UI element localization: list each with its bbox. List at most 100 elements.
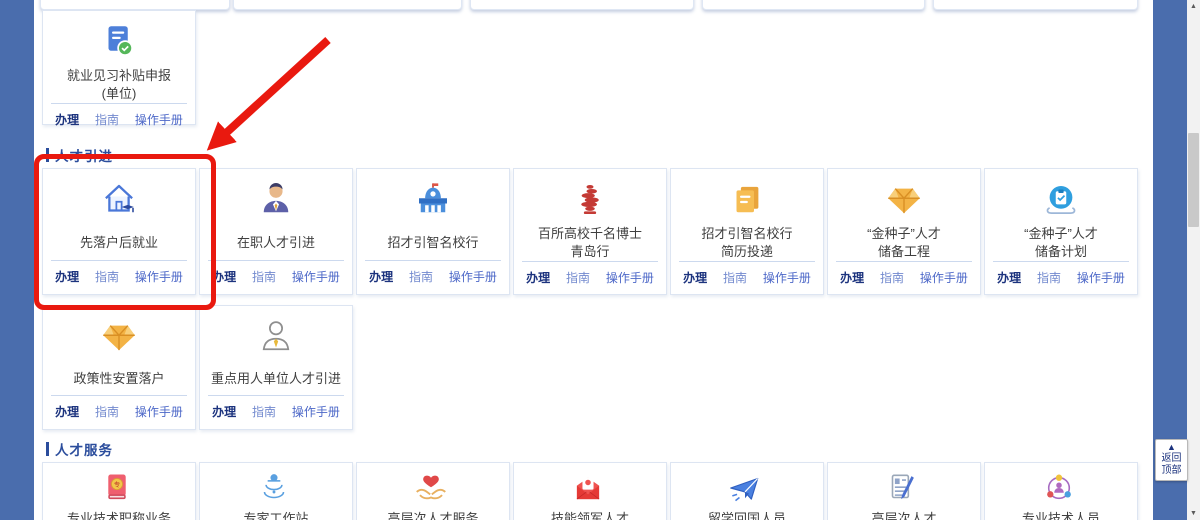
card-link-apply[interactable]: 办理 <box>55 403 79 420</box>
service-card-title: 招才引智名校行 <box>387 225 478 260</box>
service-card-title-line: 留学回国人员 <box>708 510 786 520</box>
section-header-talent-services: 人才服务 <box>46 439 113 459</box>
card-link-manual[interactable]: 操作手册 <box>135 268 183 285</box>
page: 就业见习补贴申报(单位)办理指南操作手册 人才引进 先落户后就业办理指南操作手册… <box>0 0 1200 520</box>
service-card-title-line: 专家工作站 <box>243 510 308 520</box>
card-link-manual[interactable]: 操作手册 <box>292 403 340 420</box>
cutoff-card-bottom <box>933 0 1138 10</box>
service-card: 就业见习补贴申报(单位)办理指南操作手册 <box>42 10 196 125</box>
back-to-top-label-line2: 顶部 <box>1156 465 1187 477</box>
scrollbar-thumb[interactable] <box>1188 133 1199 227</box>
card-link-manual[interactable]: 操作手册 <box>135 111 183 128</box>
service-card: “金种子”人才储备计划办理指南操作手册 <box>984 168 1138 295</box>
card-link-apply[interactable]: 办理 <box>212 268 236 285</box>
svg-text:专: 专 <box>114 479 120 488</box>
service-card-title-line: 青岛行 <box>570 243 609 261</box>
back-to-top-button[interactable]: ▲ 返回 顶部 <box>1155 439 1188 481</box>
card-link-guide[interactable]: 指南 <box>252 268 276 285</box>
card-row-talent-intro-1: 先落户后就业办理指南操作手册在职人才引进办理指南操作手册招才引智名校行办理指南操… <box>42 168 1141 295</box>
card-link-manual[interactable]: 操作手册 <box>1077 269 1125 286</box>
section-title: 人才引进 <box>55 145 113 165</box>
card-link-apply[interactable]: 办理 <box>369 268 393 285</box>
card-link-apply[interactable]: 办理 <box>840 269 864 286</box>
service-card-title-line: 储备计划 <box>1035 243 1087 261</box>
service-card: 重点用人单位人才引进办理指南操作手册 <box>199 305 353 430</box>
card-links-row: 办理指南操作手册 <box>522 261 658 295</box>
card-link-guide[interactable]: 指南 <box>95 111 119 128</box>
service-card-title-line: 简历投递 <box>721 243 773 261</box>
service-card-title-line: 高层次人才服务 <box>387 510 478 520</box>
service-card: 专专业技术职称业务办理指南操作手册 <box>42 462 196 520</box>
person-outline-tie-icon <box>255 316 297 358</box>
back-to-top-label-line1: 返回 <box>1156 453 1187 465</box>
service-card-title-line: 技能领军人才 <box>551 510 629 520</box>
service-card: “金种子”人才储备工程办理指南操作手册 <box>827 168 981 295</box>
card-link-apply[interactable]: 办理 <box>55 268 79 285</box>
card-links-row: 办理指南操作手册 <box>208 260 344 294</box>
service-card-title: 技能领军人才 <box>551 510 629 520</box>
card-link-manual[interactable]: 操作手册 <box>292 268 340 285</box>
service-card-title-line: 招才引智名校行 <box>387 234 478 252</box>
section-marker-icon <box>46 148 49 162</box>
house-grad-icon <box>98 179 140 221</box>
card-link-apply[interactable]: 办理 <box>683 269 707 286</box>
service-card: 高层次人才服务办理指南操作手册 <box>356 462 510 520</box>
service-card-title: 专业技术职称业务 <box>67 510 171 520</box>
service-card-title-line: 重点用人单位人才引进 <box>211 370 341 388</box>
card-links-row: 办理指南操作手册 <box>679 261 815 295</box>
service-card-title: 专家工作站 <box>243 510 308 520</box>
people-network-icon <box>1040 469 1082 507</box>
scroll-up-button[interactable]: ▲ <box>1187 0 1200 13</box>
card-links-row: 办理指南操作手册 <box>51 395 187 429</box>
service-card-title-line: 招才引智名校行 <box>701 225 792 243</box>
card-link-guide[interactable]: 指南 <box>723 269 747 286</box>
card-link-guide[interactable]: 指南 <box>95 403 119 420</box>
service-card: 专家工作站办理指南操作手册 <box>199 462 353 520</box>
service-card-title: 政策性安置落户 <box>73 362 164 395</box>
scrollbar[interactable]: ▲ ▼ <box>1187 0 1200 520</box>
card-link-manual[interactable]: 操作手册 <box>606 269 654 286</box>
doc-pen-icon <box>883 469 925 507</box>
service-card: 政策性安置落户办理指南操作手册 <box>42 305 196 430</box>
service-card: 技能领军人才办理指南操作手册 <box>513 462 667 520</box>
card-link-manual[interactable]: 操作手册 <box>449 268 497 285</box>
airplane-icon <box>726 469 768 507</box>
card-row-talent-services: 专专业技术职称业务办理指南操作手册专家工作站办理指南操作手册高层次人才服务办理指… <box>42 462 1141 520</box>
service-card-title: 重点用人单位人才引进 <box>211 362 341 395</box>
doc-check-icon <box>98 21 140 63</box>
card-row-top: 就业见习补贴申报(单位)办理指南操作手册 <box>42 10 199 125</box>
service-card-title: 先落户后就业 <box>80 225 158 260</box>
service-card-title: 在职人才引进 <box>237 225 315 260</box>
service-card-title: 高层次人才服务 <box>387 510 478 520</box>
card-link-apply[interactable]: 办理 <box>526 269 550 286</box>
card-links-row: 办理指南操作手册 <box>993 261 1129 295</box>
card-link-apply[interactable]: 办理 <box>997 269 1021 286</box>
card-link-guide[interactable]: 指南 <box>95 268 119 285</box>
cutoff-card-bottom <box>470 0 694 10</box>
resume-docs-icon <box>726 179 768 221</box>
section-marker-icon <box>46 442 49 456</box>
cutoff-card-bottom <box>40 0 230 10</box>
service-card-title-line: 百所高校千名博士 <box>538 225 642 243</box>
card-link-apply[interactable]: 办理 <box>55 111 79 128</box>
card-link-guide[interactable]: 指南 <box>1037 269 1061 286</box>
service-card-title-line: 在职人才引进 <box>237 234 315 252</box>
sculpture-icon <box>569 179 611 221</box>
service-card-title-line: “金种子”人才 <box>867 225 941 243</box>
card-link-apply[interactable]: 办理 <box>212 403 236 420</box>
scroll-down-button[interactable]: ▼ <box>1187 507 1200 520</box>
card-link-guide[interactable]: 指南 <box>566 269 590 286</box>
card-link-manual[interactable]: 操作手册 <box>763 269 811 286</box>
card-link-guide[interactable]: 指南 <box>880 269 904 286</box>
card-link-manual[interactable]: 操作手册 <box>135 403 183 420</box>
service-card-title: 百所高校千名博士青岛行 <box>538 225 642 261</box>
card-link-guide[interactable]: 指南 <box>252 403 276 420</box>
service-card-title: 招才引智名校行简历投递 <box>701 225 792 261</box>
envelope-icon <box>569 469 611 507</box>
service-card-title: “金种子”人才储备工程 <box>867 225 941 261</box>
card-link-guide[interactable]: 指南 <box>409 268 433 285</box>
service-card-title-line: “金种子”人才 <box>1024 225 1098 243</box>
card-link-manual[interactable]: 操作手册 <box>920 269 968 286</box>
card-links-row: 办理指南操作手册 <box>365 260 501 294</box>
service-card-highlighted: 先落户后就业办理指南操作手册 <box>42 168 196 295</box>
